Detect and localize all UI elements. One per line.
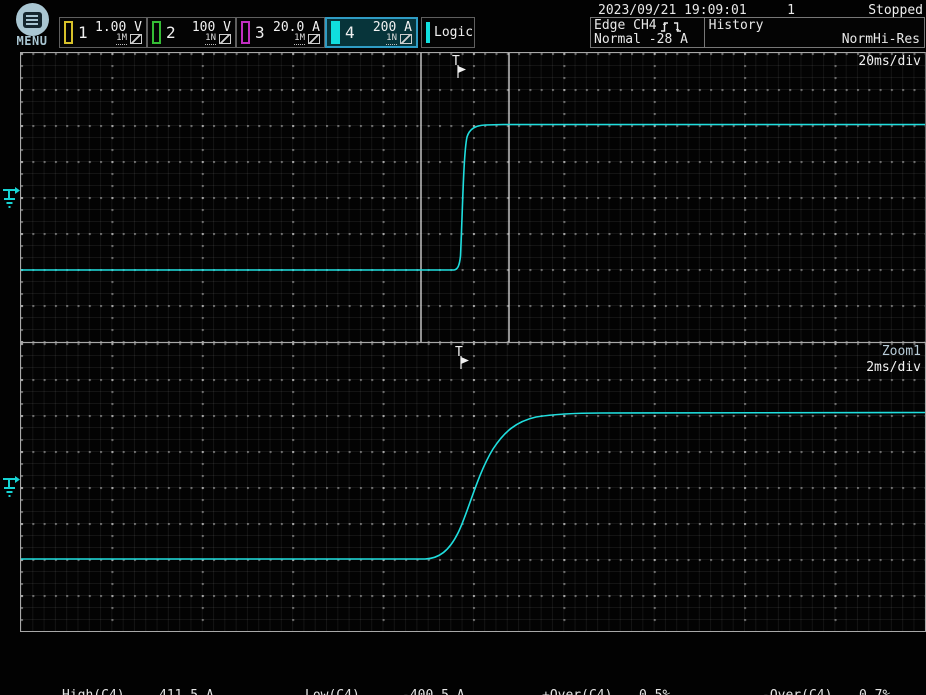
logic-box[interactable]: Logic — [421, 17, 475, 48]
edge-trigger-icon — [660, 20, 684, 33]
oscilloscope-screen: MENU 1 1.00 V 1M 2 100 V 1N 3 20.0 A — [0, 0, 926, 695]
zoom-timebase: 2ms/div — [866, 360, 921, 375]
trigger-info: Edge CH4 Normal -28 A — [591, 18, 705, 47]
measurement-value: 0.7% — [859, 688, 890, 695]
channel-4-coupling: 1N — [386, 34, 397, 45]
trigger-position-marker[interactable]: T — [452, 54, 466, 78]
main-waveform-plot: T — [21, 53, 925, 342]
channel-4-color-swatch — [331, 21, 340, 44]
menu-button[interactable]: MENU — [8, 3, 56, 47]
trigger-mode-level: Normal -28 A — [594, 33, 688, 47]
logic-color-swatch — [426, 22, 430, 43]
probe-icon — [400, 34, 412, 44]
channel-2-number: 2 — [166, 23, 176, 42]
channel-4-scale: 200 A — [373, 21, 412, 34]
measurement-group-1: High(C4)411.5 A Rise(C4)1.62672ms — [62, 661, 229, 695]
menu-label: MENU — [8, 34, 56, 48]
trigger-mode: Norm — [842, 32, 873, 47]
probe-icon — [308, 34, 320, 44]
zoom-waveform-plot: T — [21, 343, 925, 631]
measurement-label: High(C4) — [62, 689, 159, 695]
channel-2-scale: 100 V — [192, 21, 231, 34]
run-state: Stopped — [868, 3, 923, 18]
datetime: 2023/09/21 19:09:01 — [598, 3, 747, 18]
probe-icon — [219, 34, 231, 44]
channel-2-color-swatch — [152, 21, 161, 44]
trigger-position-marker-zoom[interactable]: T — [455, 345, 469, 369]
channel-3-box[interactable]: 3 20.0 A 1M — [236, 17, 325, 48]
measurement-group-3: +Over(C4)0.5% — [542, 661, 670, 695]
probe-icon — [130, 34, 142, 44]
channel-1-box[interactable]: 1 1.00 V 1M — [59, 17, 147, 48]
trigger-source: Edge CH4 — [594, 19, 657, 33]
acq-mode: Hi-Res — [873, 32, 920, 47]
channel-4-box[interactable]: 4 200 A 1N — [325, 17, 418, 48]
trigger-level-icon-main[interactable] — [2, 185, 20, 211]
logic-label: Logic — [434, 25, 473, 40]
channel-3-coupling: 1M — [294, 34, 305, 45]
measurement-value: 0.5% — [639, 688, 670, 695]
ch4-waveform-zoom — [21, 413, 925, 560]
channel-3-color-swatch — [241, 21, 250, 44]
measurement-value: -400.5 A — [402, 688, 465, 695]
channel-1-color-swatch — [64, 21, 73, 44]
menu-icon — [16, 3, 49, 36]
channel-1-number: 1 — [78, 23, 88, 42]
ch4-waveform-main — [21, 125, 925, 271]
channel-4-number: 4 — [345, 23, 355, 42]
measurement-group-4: -Over(C4)0.7% — [762, 661, 890, 695]
channel-1-scale: 1.00 V — [95, 21, 142, 34]
measurement-label: Low(C4) — [305, 689, 402, 695]
channel-1-coupling: 1M — [116, 34, 127, 45]
channel-3-scale: 20.0 A — [273, 21, 320, 34]
acquisition-count: 1 — [755, 3, 795, 18]
channel-2-coupling: 1N — [205, 34, 216, 45]
zoom-waveform-window: T Zoom1 2ms/div — [20, 342, 926, 632]
channel-2-box[interactable]: 2 100 V 1N — [147, 17, 236, 48]
channel-3-number: 3 — [255, 23, 265, 42]
trigger-acquisition-info-box[interactable]: Edge CH4 Normal -28 A History NormHi-Res… — [590, 17, 925, 48]
trigger-level-icon-zoom[interactable] — [2, 474, 20, 500]
zoom-window-label: Zoom1 — [882, 344, 921, 359]
main-waveform-window: T 20ms/div — [20, 52, 926, 342]
measurement-label: +Over(C4) — [542, 689, 639, 695]
measurement-group-2: Low(C4)-400.5 A Fall(C4)***** — [305, 661, 465, 695]
measurement-label: -Over(C4) — [762, 689, 859, 695]
main-timebase: 20ms/div — [858, 54, 921, 70]
acquisition-info: History NormHi-Res 10 12.5MS/s — [705, 18, 924, 47]
measurement-value: 411.5 A — [159, 688, 214, 695]
